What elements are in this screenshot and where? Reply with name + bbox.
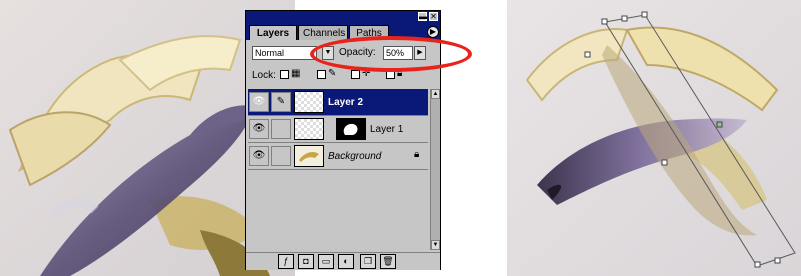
layer-name[interactable]: Layer 1 xyxy=(370,124,403,135)
close-icon[interactable]: ✕ xyxy=(429,12,438,21)
palette-titlebar[interactable]: ▬ ✕ xyxy=(246,11,440,23)
transparency-icon: ▦ xyxy=(291,68,301,79)
layer-thumbnail xyxy=(294,145,324,167)
new-set-icon[interactable]: ▭ xyxy=(318,254,334,269)
tab-layers[interactable]: Layers xyxy=(249,25,297,40)
layer-list-scrollbar[interactable]: ▲ ▼ xyxy=(430,89,440,250)
layer-thumbnail xyxy=(294,118,324,140)
minimize-icon[interactable]: ▬ xyxy=(418,12,427,21)
layer-row-layer-2[interactable]: 👁︎ ✎ Layer 2 xyxy=(248,89,428,116)
visibility-eye-icon[interactable]: 👁︎ xyxy=(249,146,269,166)
layer-list: 👁︎ ✎ Layer 2 👁︎ Layer 1 👁︎ Background 🔒︎ xyxy=(248,89,428,250)
layer-row-background[interactable]: 👁︎ Background 🔒︎ xyxy=(248,143,428,170)
new-layer-icon[interactable]: ❐ xyxy=(360,254,376,269)
layer-mask-thumbnail[interactable] xyxy=(336,118,366,140)
banana-fish-photo-right xyxy=(507,0,801,276)
lock-position-checkbox[interactable] xyxy=(351,70,360,79)
layer-row-layer-1[interactable]: 👁︎ Layer 1 xyxy=(248,116,428,143)
visibility-eye-icon[interactable]: 👁︎ xyxy=(249,92,269,112)
link-cell[interactable] xyxy=(271,146,291,166)
palette-menu-icon[interactable]: ▶ xyxy=(427,26,439,38)
layer-name[interactable]: Layer 2 xyxy=(328,97,363,108)
scroll-up-icon[interactable]: ▲ xyxy=(431,89,440,99)
tab-channels[interactable]: Channels xyxy=(298,25,348,40)
brush-lock-icon: ✎ xyxy=(328,68,337,79)
trash-icon[interactable]: 🗑︎ xyxy=(380,254,396,269)
highlight-ellipse xyxy=(310,36,472,72)
brush-icon[interactable]: ✎ xyxy=(271,92,291,112)
palette-bottom-bar: ƒ ◘ ▭ ◐ ❐ 🗑︎ xyxy=(246,252,440,270)
scroll-down-icon[interactable]: ▼ xyxy=(431,240,440,250)
link-cell[interactable] xyxy=(271,119,291,139)
add-mask-icon[interactable]: ◘ xyxy=(298,254,314,269)
lock-label: Lock: xyxy=(252,70,276,81)
layer-name[interactable]: Background xyxy=(328,151,381,162)
lock-transparency-checkbox[interactable] xyxy=(280,70,289,79)
visibility-eye-icon[interactable]: 👁︎ xyxy=(249,119,269,139)
lock-icon: 🔒︎ xyxy=(414,149,420,160)
layer-style-icon[interactable]: ƒ xyxy=(278,254,294,269)
adjustment-layer-icon[interactable]: ◐ xyxy=(338,254,354,269)
lock-image-checkbox[interactable] xyxy=(317,70,326,79)
blend-mode-select[interactable]: Normal xyxy=(252,46,317,60)
layer-thumbnail xyxy=(294,91,324,113)
